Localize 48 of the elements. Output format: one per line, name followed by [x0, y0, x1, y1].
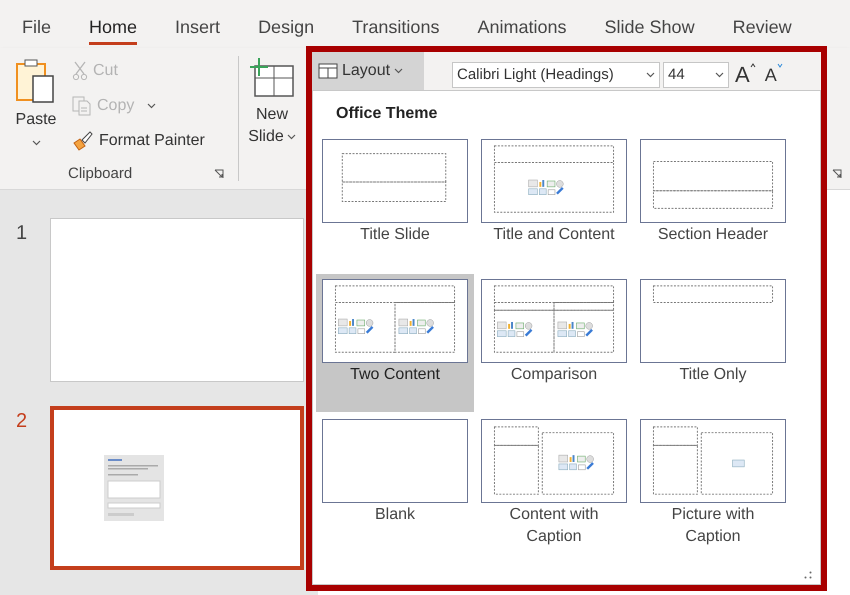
content-icons-drawing — [338, 318, 374, 334]
font-name-field[interactable]: Calibri Light (Headings) — [452, 62, 660, 88]
content-icons-drawing — [558, 454, 594, 470]
content-icons-drawing — [398, 318, 434, 334]
ribbon-tab[interactable]: Insert — [175, 15, 220, 45]
paintbrush-icon — [72, 131, 94, 151]
resize-grip-icon[interactable] — [804, 571, 812, 579]
chevron-down-icon — [147, 103, 156, 109]
copy-icon — [72, 96, 92, 116]
group-label: Clipboard — [68, 164, 132, 184]
ribbon-tab[interactable]: Home — [89, 15, 138, 45]
new-slide-icon — [249, 58, 295, 98]
picture-icon — [732, 460, 745, 468]
chevron-down-icon — [286, 134, 296, 140]
chevron-down-icon — [394, 68, 404, 74]
caret-down-icon — [776, 63, 783, 68]
gallery-heading: Office Theme — [335, 104, 438, 124]
slide-thumbnail[interactable] — [50, 406, 304, 570]
clipboard-command[interactable]: Format Painter — [72, 126, 205, 156]
chevron-down-icon — [715, 72, 724, 78]
ribbon-tab[interactable]: Review — [732, 15, 792, 45]
layout-button[interactable]: Layout — [312, 52, 424, 90]
new-slide-button[interactable]: New Slide — [239, 48, 305, 148]
slide-number: 2 — [15, 409, 28, 434]
ribbon-tab[interactable]: Animations — [477, 15, 567, 45]
layout-option[interactable]: Two Content — [316, 274, 474, 412]
chevron-down-icon — [646, 72, 655, 78]
content-icons-drawing — [497, 322, 532, 337]
dialog-drawing — [104, 455, 164, 521]
ribbon-tab[interactable]: Design — [258, 15, 314, 45]
caret-up-icon — [750, 63, 756, 68]
grow-font-button[interactable]: A — [732, 63, 759, 87]
shrink-font-button[interactable]: A — [762, 63, 786, 87]
layout-icon — [318, 63, 338, 79]
font-size-field[interactable]: 44 — [663, 62, 729, 88]
content-icons-drawing — [528, 180, 564, 195]
ribbon-tab[interactable]: Slide Show — [604, 15, 695, 45]
ribbon-tab[interactable]: File — [22, 15, 52, 45]
slide-thumbnail[interactable] — [50, 218, 304, 382]
ribbon-tab[interactable]: Transitions — [352, 15, 440, 45]
dialog-launcher-icon[interactable] — [832, 169, 842, 179]
content-icons-drawing — [558, 322, 593, 337]
slide-number: 1 — [15, 221, 28, 246]
dialog-launcher-icon[interactable] — [214, 169, 224, 179]
clipboard-icon — [15, 58, 57, 104]
scissors-icon — [72, 61, 88, 81]
chevron-down-icon — [32, 140, 40, 146]
paste-button[interactable]: Paste — [0, 48, 72, 159]
